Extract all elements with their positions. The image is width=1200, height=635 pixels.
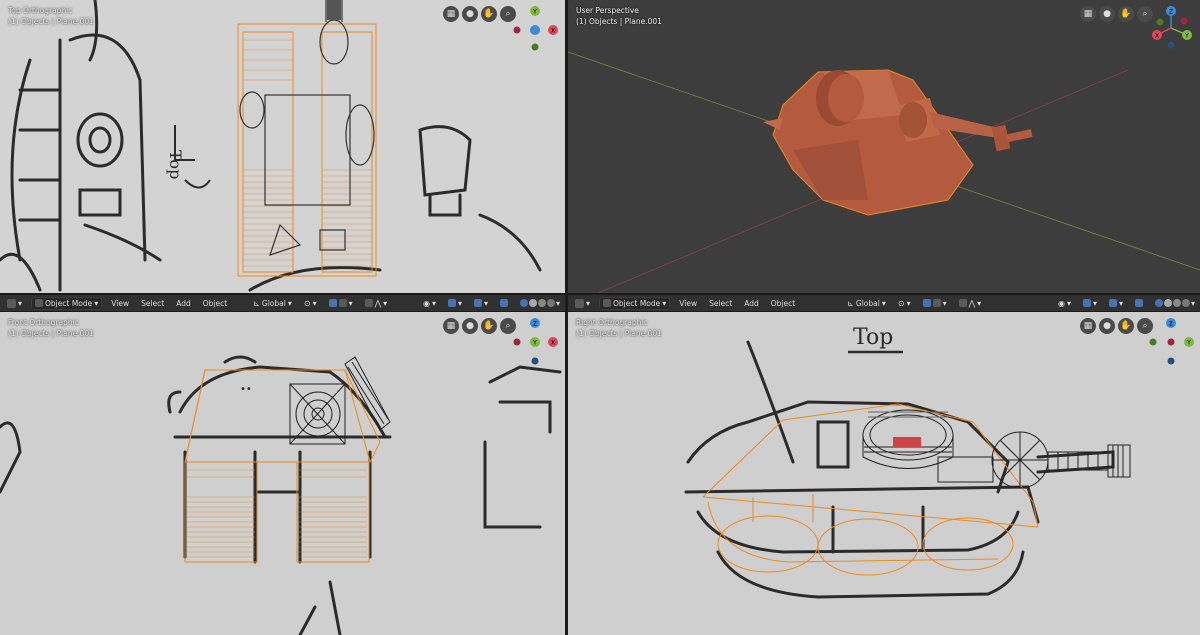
viewport-front-ortho[interactable]: •• Front Orthographic (1) Objects | Plan… (0, 312, 565, 635)
snap-button[interactable]: ▾ (326, 298, 356, 309)
vertical-divider[interactable] (565, 0, 568, 635)
viewport-header-left: ▾ Object Mode ▾ View Select Add Object ⊾ G… (0, 295, 565, 311)
snap-button[interactable]: ▾ (920, 298, 950, 309)
navigation-gizmo[interactable]: Z Y (1146, 315, 1196, 365)
pivot-icon: ⊙ (897, 298, 905, 308)
viewport-subtitle: (1) Objects | Plane.001 (576, 17, 662, 26)
editor-type-button[interactable]: ▾ (572, 298, 593, 309)
menu-object[interactable]: Object (768, 298, 798, 309)
menu-select[interactable]: Select (138, 298, 167, 309)
svg-text:Z: Z (1169, 9, 1173, 16)
viewport-subtitle: (1) Objects | Plane.001 (8, 329, 94, 338)
transform-orientation-dropdown[interactable]: ⊾ Global ▾ (250, 298, 295, 309)
orientation-icon: ⊾ (847, 298, 854, 308)
grid-icon[interactable]: ▦ (443, 6, 459, 22)
viewport-nav-controls: ▦ ● ✋ ⌕ (1080, 6, 1153, 22)
grid-icon[interactable]: ▦ (1080, 318, 1096, 334)
camera-icon[interactable]: ● (462, 6, 478, 22)
grid-icon[interactable]: ▦ (1080, 6, 1096, 22)
shading-modes[interactable]: ▾ (1152, 298, 1200, 309)
orientation-icon: ⊾ (253, 298, 260, 308)
pivot-icon: ⊙ (303, 298, 311, 308)
viewport-title: Right Orthographic (576, 318, 648, 327)
grid-icon[interactable]: ▦ (443, 318, 459, 334)
object-mode-dropdown[interactable]: Object Mode ▾ (599, 296, 671, 310)
camera-icon[interactable]: ● (462, 318, 478, 334)
reference-sketch-right: Top (568, 312, 1200, 635)
shading-modes[interactable]: ▾ (517, 298, 565, 309)
proportional-icon (958, 299, 967, 307)
svg-text:Z: Z (533, 321, 537, 328)
visibility-button[interactable]: ◉ ▾ (420, 298, 439, 309)
viewport-subtitle: (1) Objects | Plane.001 (8, 17, 94, 26)
gizmo-toggle[interactable]: ▾ (445, 298, 465, 309)
xray-toggle[interactable] (497, 298, 511, 308)
snap-icon (922, 299, 931, 307)
camera-icon[interactable]: ● (1099, 318, 1115, 334)
viewport-nav-controls: ▦ ● ✋ ⌕ (443, 6, 516, 22)
pivot-point-button[interactable]: ⊙ ▾ (301, 298, 320, 309)
svg-text:X: X (551, 28, 555, 35)
menu-view[interactable]: View (108, 298, 132, 309)
viewport-info: Top Orthographic (1) Objects | Plane.001 (8, 5, 94, 27)
visibility-button[interactable]: ◉ ▾ (1055, 298, 1074, 309)
svg-text:Y: Y (532, 340, 537, 347)
viewport-top-ortho[interactable]: Top Top Orthographic (1) Objects | Plane… (0, 0, 565, 293)
viewport-right-ortho[interactable]: Top Right Orthographic (1) Objects | Pla… (568, 312, 1200, 635)
navigation-gizmo[interactable]: Z Y X (1146, 3, 1196, 53)
reference-sketch-front: •• (0, 312, 565, 635)
reference-sketch-top: Top (0, 0, 565, 293)
viewport-title: Top Orthographic (8, 6, 73, 15)
viewport-user-perspective[interactable]: User Perspective (1) Objects | Plane.001… (568, 0, 1200, 293)
overlays-toggle[interactable]: ▾ (471, 298, 491, 309)
viewport-title: Front Orthographic (8, 318, 79, 327)
camera-icon[interactable]: ● (1099, 6, 1115, 22)
menu-add[interactable]: Add (173, 298, 194, 309)
svg-text:Y: Y (532, 9, 537, 16)
menu-add[interactable]: Add (741, 298, 762, 309)
proportional-edit-button[interactable]: ⋀ ▾ (956, 298, 985, 309)
navigation-gizmo[interactable]: Z Y X (510, 315, 560, 365)
proportional-icon (364, 299, 373, 307)
viewport-info: User Perspective (1) Objects | Plane.001 (576, 5, 662, 27)
hand-icon[interactable]: ✋ (481, 6, 497, 22)
transform-orientation-dropdown[interactable]: ⊾ Global ▾ (844, 298, 889, 309)
viewport-info: Right Orthographic (1) Objects | Plane.0… (576, 317, 662, 339)
gizmo-toggle[interactable]: ▾ (1080, 298, 1100, 309)
snap-icon (328, 299, 337, 307)
snap-target-icon (932, 299, 941, 307)
viewport-info: Front Orthographic (1) Objects | Plane.0… (8, 317, 94, 339)
svg-text:Z: Z (1169, 321, 1173, 328)
menu-view[interactable]: View (676, 298, 700, 309)
svg-text:X: X (1155, 33, 1159, 40)
perspective-scene (568, 0, 1200, 293)
horizontal-divider-bottom (0, 311, 1200, 312)
svg-text:Top: Top (853, 325, 893, 350)
svg-text:Y: Y (1184, 33, 1189, 40)
pivot-point-button[interactable]: ⊙ ▾ (895, 298, 914, 309)
viewport-nav-controls: ▦ ● ✋ ⌕ (443, 318, 516, 334)
viewport-subtitle: (1) Objects | Plane.001 (576, 329, 662, 338)
svg-text:X: X (551, 340, 555, 347)
svg-text:••: •• (240, 384, 252, 395)
snap-target-icon (338, 299, 347, 307)
hand-icon[interactable]: ✋ (1118, 318, 1134, 334)
object-mode-dropdown[interactable]: Object Mode ▾ (31, 296, 103, 310)
editor-type-button[interactable]: ▾ (4, 298, 25, 309)
viewport-nav-controls: ▦ ● ✋ ⌕ (1080, 318, 1153, 334)
proportional-edit-button[interactable]: ⋀ ▾ (362, 298, 391, 309)
svg-text:Top: Top (166, 150, 185, 179)
hand-icon[interactable]: ✋ (1118, 6, 1134, 22)
hand-icon[interactable]: ✋ (481, 318, 497, 334)
horizontal-divider-top (0, 293, 1200, 295)
menu-object[interactable]: Object (200, 298, 230, 309)
viewport-header-right: ▾ Object Mode ▾ View Select Add Object ⊾ G… (568, 295, 1200, 311)
menu-select[interactable]: Select (706, 298, 735, 309)
navigation-gizmo[interactable]: Y X (510, 3, 560, 53)
xray-toggle[interactable] (1132, 298, 1146, 308)
viewport-title: User Perspective (576, 6, 639, 15)
svg-text:Y: Y (1186, 340, 1191, 347)
overlays-toggle[interactable]: ▾ (1106, 298, 1126, 309)
